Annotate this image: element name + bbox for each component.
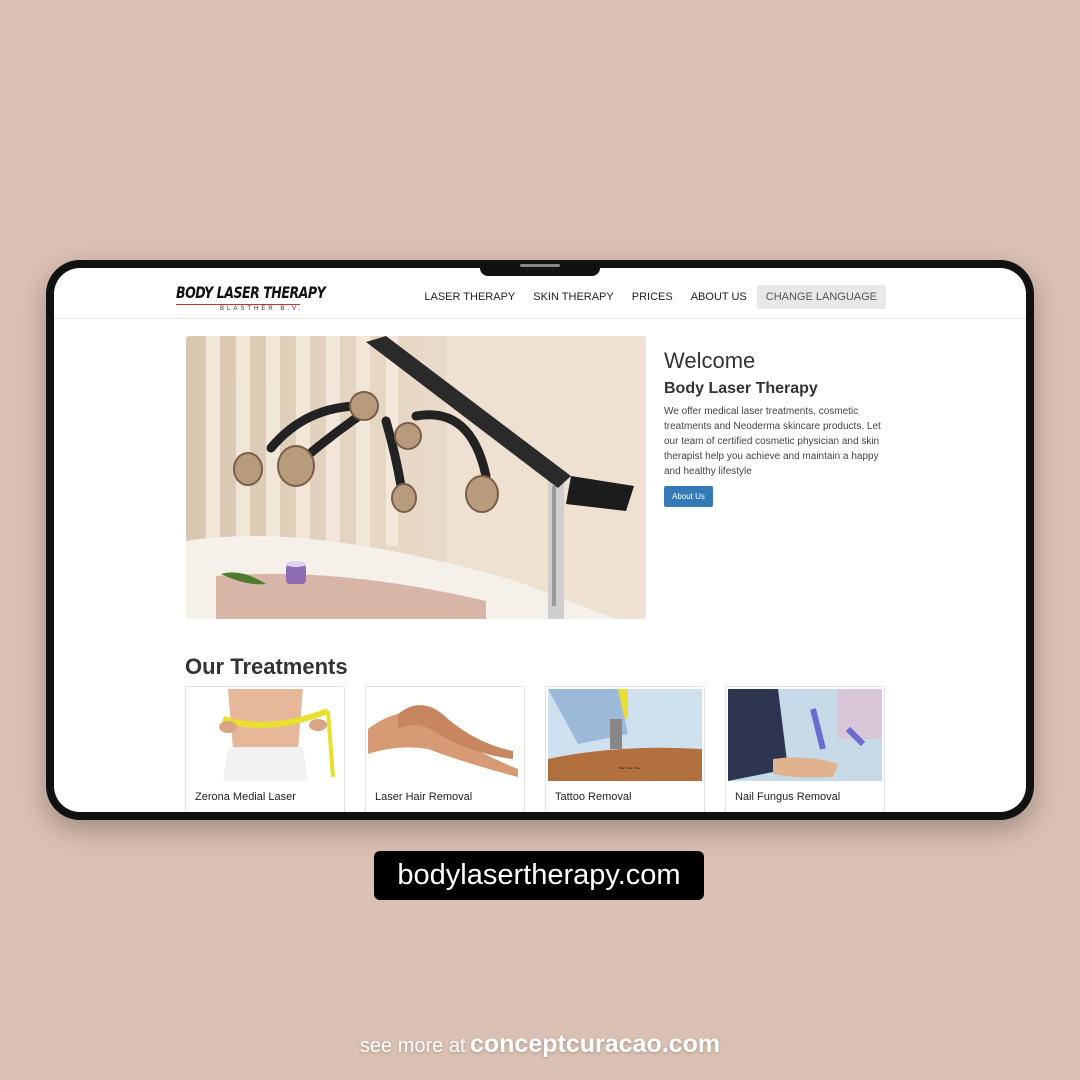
welcome-section: Welcome Body Laser Therapy We offer medi… [664,348,889,507]
treatment-label: Zerona Medial Laser [195,791,296,803]
treatments-title: Our Treatments [185,654,348,679]
footer-lead: see more at [359,1035,466,1057]
footer-site-link[interactable]: conceptcuracao.com [470,1030,720,1058]
treatment-card-nail-fungus-removal[interactable]: Nail Fungus Removal [725,686,885,812]
treatment-label: Laser Hair Removal [375,791,473,803]
main-nav: LASER THERAPY SKIN THERAPY PRICES ABOUT … [406,285,886,309]
nav-skin-therapy[interactable]: SKIN THERAPY [533,291,614,303]
camera-notch [480,260,600,276]
treatment-image [368,689,522,781]
device-frame: BODY LASER THERAPY BLASTHER B.V. LASER T… [46,260,1034,820]
treatment-card-zerona[interactable]: Zerona Medial Laser [185,686,345,812]
screen: BODY LASER THERAPY BLASTHER B.V. LASER T… [54,268,1026,812]
welcome-text: We offer medical laser treatments, cosme… [664,406,881,477]
nav-laser-therapy[interactable]: LASER THERAPY [424,291,515,303]
treatment-image [728,689,882,781]
logo-subtitle: BLASTHER B.V. [220,306,304,312]
treatments-list: Zerona Medial Laser Laser Hair Removal ~… [185,686,885,812]
website-url-badge: bodylasertherapy.com [374,851,704,900]
logo-title: BODY LASER THERAPY [176,284,326,303]
nav-prices[interactable]: PRICES [632,291,673,303]
welcome-title: Welcome [664,348,756,373]
site-logo[interactable]: BODY LASER THERAPY BLASTHER B.V. [176,284,326,314]
hero-image [186,336,646,619]
treatment-card-tattoo-removal[interactable]: ~~~ Tattoo Removal [545,686,705,812]
treatment-image: ~~~ [548,689,702,781]
treatment-card-laser-hair-removal[interactable]: Laser Hair Removal [365,686,525,812]
treatment-label: Tattoo Removal [555,791,632,803]
welcome-subtitle: Body Laser Therapy [664,380,818,397]
footer-credit: see more at conceptcuracao.com [0,1030,1080,1059]
svg-text:~~~: ~~~ [618,764,641,774]
treatment-label: Nail Fungus Removal [735,791,841,803]
nav-about-us[interactable]: ABOUT US [691,291,747,303]
change-language-button[interactable]: CHANGE LANGUAGE [756,285,886,309]
about-us-button[interactable]: About Us [664,486,713,507]
treatment-image [188,689,342,781]
